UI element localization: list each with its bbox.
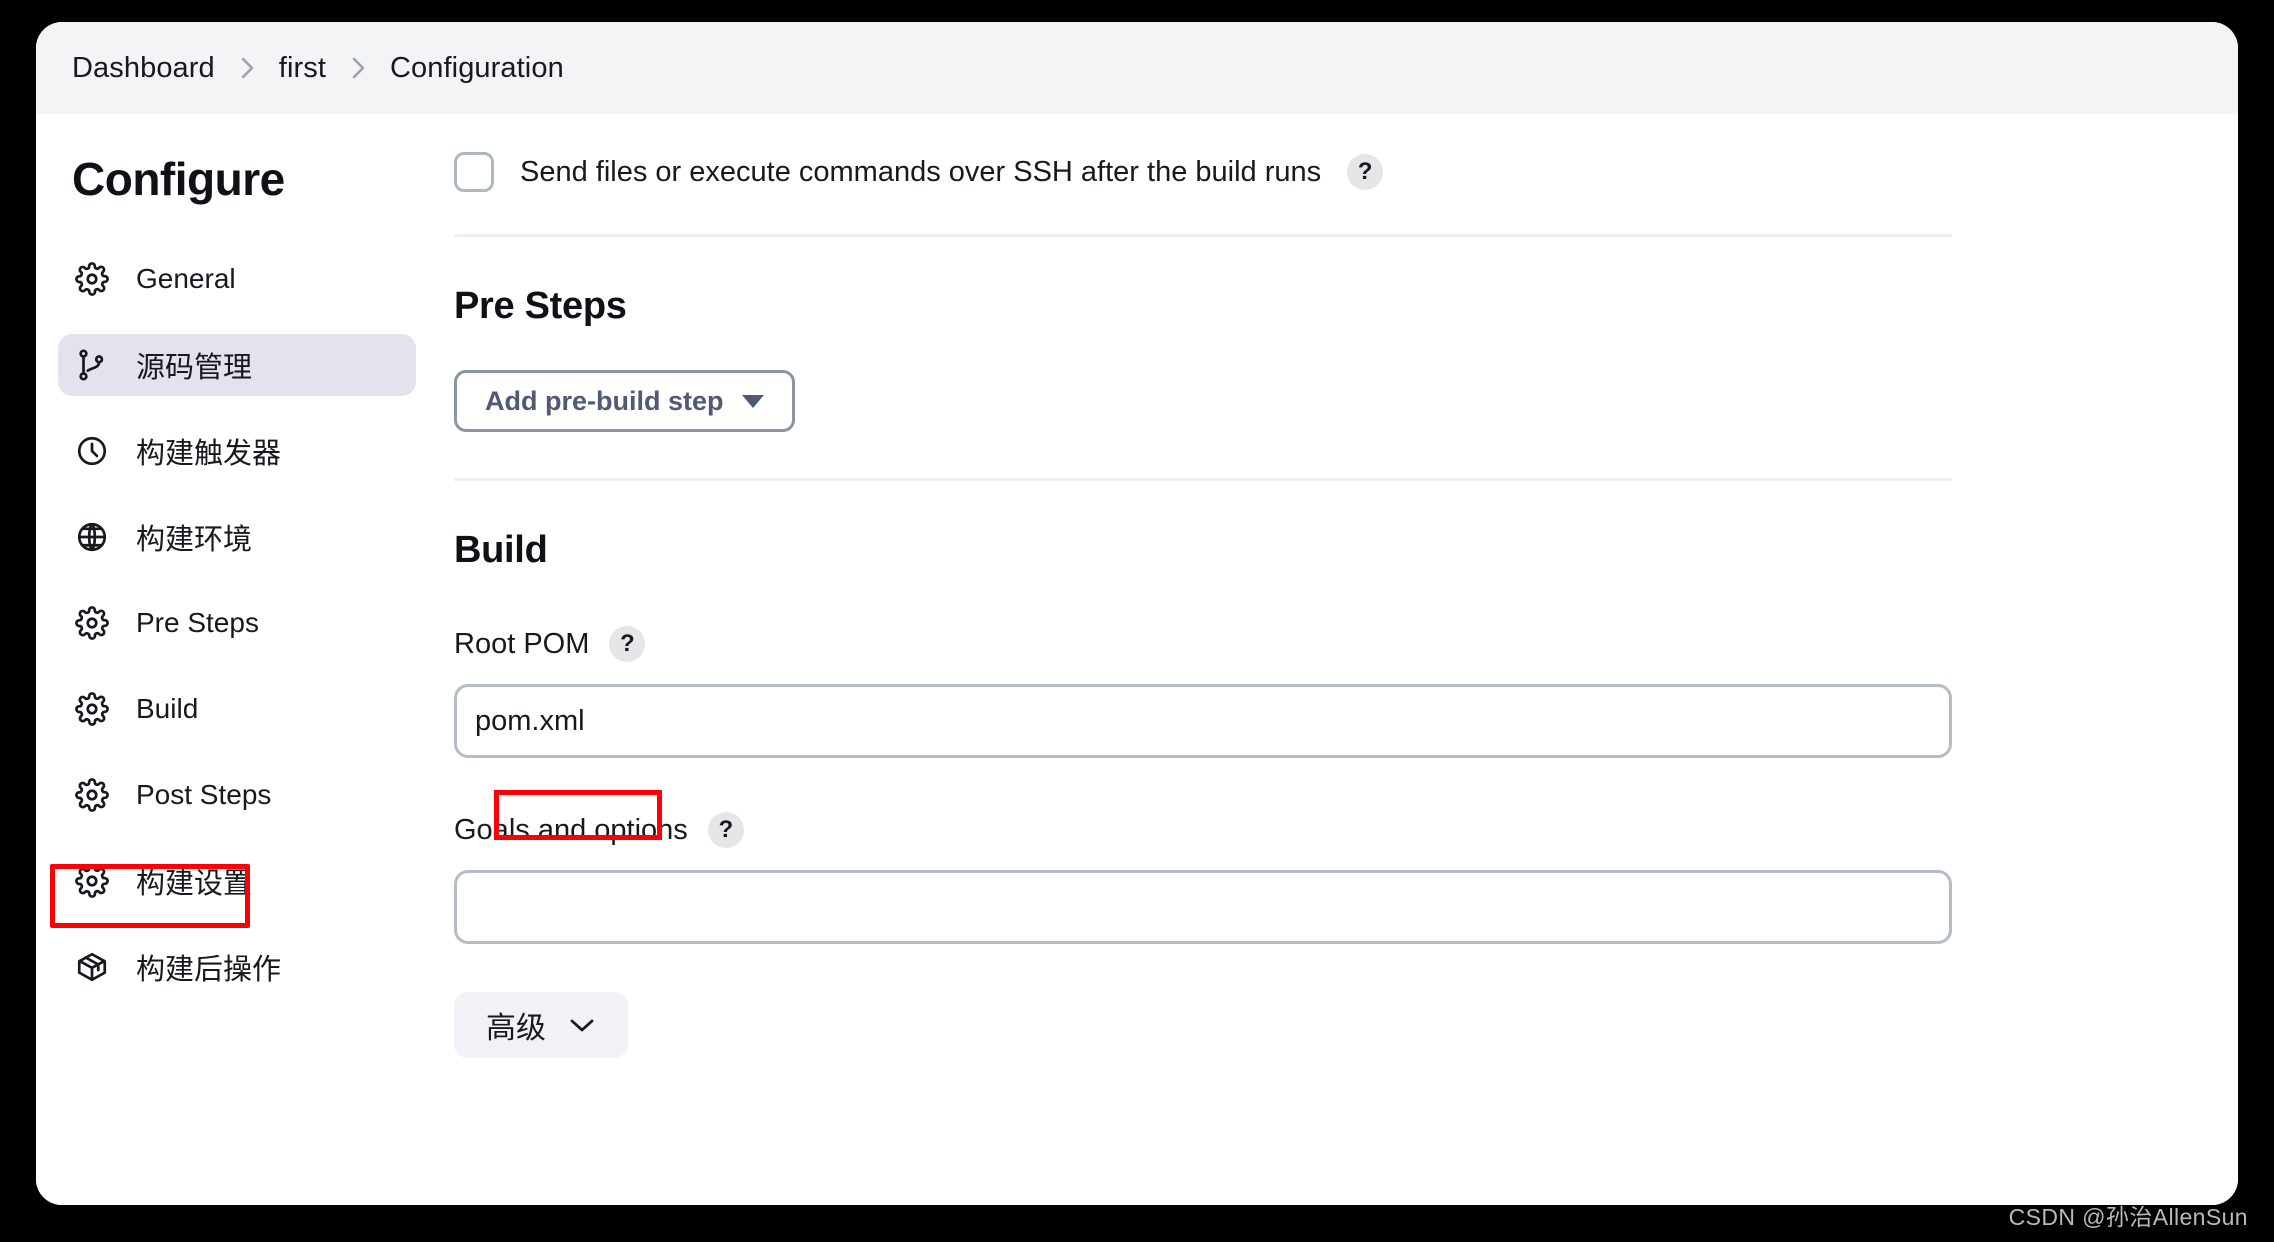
sidebar-item-post-build-actions[interactable]: 构建后操作 — [58, 936, 416, 998]
chevron-right-icon — [237, 54, 257, 82]
add-pre-build-step-button[interactable]: Add pre-build step — [454, 370, 795, 432]
sidebar-item-label: Pre Steps — [136, 607, 259, 638]
sidebar-item-general[interactable]: General — [58, 248, 416, 310]
ssh-checkbox-row: Send files or execute commands over SSH … — [446, 114, 2178, 192]
sidebar-item-build-settings[interactable]: 构建设置 — [58, 850, 416, 912]
sidebar-item-label: 构建触发器 — [136, 438, 282, 470]
section-title-pre-steps: Pre Steps — [454, 285, 627, 327]
root-pom-input[interactable]: pom.xml — [454, 684, 1952, 758]
root-pom-label: Root POM — [454, 627, 590, 660]
goals-label: Goals and options — [454, 813, 688, 846]
sidebar-item-label: Post Steps — [136, 779, 272, 810]
breadcrumb-item-configuration[interactable]: Configuration — [390, 52, 564, 85]
sidebar-item-build-environment[interactable]: 构建环境 — [58, 506, 416, 568]
ssh-checkbox[interactable] — [454, 152, 494, 192]
ssh-checkbox-label: Send files or execute commands over SSH … — [520, 155, 1322, 188]
advanced-button[interactable]: 高级 — [454, 992, 628, 1058]
page-body: Configure General 源码管理 构建触发器 构建环境 Pre St… — [36, 114, 2238, 1205]
clock-icon — [74, 433, 110, 469]
help-icon[interactable]: ? — [707, 812, 744, 848]
add-pre-build-step-label: Add pre-build step — [485, 385, 724, 416]
goals-input[interactable] — [454, 870, 1952, 944]
divider — [454, 478, 1952, 481]
sidebar-item-label: 源码管理 — [136, 352, 253, 384]
sidebar-item-build-triggers[interactable]: 构建触发器 — [58, 420, 416, 482]
sidebar-item-label: Build — [136, 693, 199, 724]
sidebar: Configure General 源码管理 构建触发器 构建环境 Pre St… — [36, 114, 438, 1205]
gear-icon — [74, 605, 110, 641]
advanced-button-label: 高级 — [486, 1012, 546, 1045]
main-content: Send files or execute commands over SSH … — [438, 114, 2238, 1205]
section-title-build: Build — [454, 529, 548, 571]
sidebar-item-pre-steps[interactable]: Pre Steps — [58, 592, 416, 654]
gear-icon — [74, 261, 110, 297]
chevron-down-icon — [568, 1016, 596, 1034]
gear-icon — [74, 691, 110, 727]
git-branch-icon — [74, 347, 110, 383]
sidebar-item-label: General — [136, 263, 236, 294]
package-icon — [74, 949, 110, 985]
sidebar-item-build[interactable]: Build — [58, 678, 416, 740]
sidebar-item-post-steps[interactable]: Post Steps — [58, 764, 416, 826]
sidebar-nav: General 源码管理 构建触发器 构建环境 Pre Steps Build … — [36, 248, 438, 998]
gear-icon — [74, 863, 110, 899]
help-icon[interactable]: ? — [1347, 154, 1384, 190]
sidebar-item-source-control[interactable]: 源码管理 — [58, 334, 416, 396]
breadcrumb-bar: Dashboard first Configuration — [36, 22, 2238, 114]
breadcrumb: Dashboard first Configuration — [72, 52, 564, 85]
breadcrumb-item-first[interactable]: first — [279, 52, 326, 85]
goals-label-row: Goals and options ? — [454, 812, 2178, 848]
chevron-right-icon — [348, 54, 368, 82]
sidebar-item-label: 构建设置 — [136, 868, 253, 900]
globe-icon — [74, 519, 110, 555]
root-pom-value: pom.xml — [475, 704, 585, 737]
caret-down-icon — [741, 394, 764, 408]
watermark: CSDN @孙治AllenSun — [2008, 1204, 2248, 1230]
help-icon[interactable]: ? — [609, 626, 646, 662]
breadcrumb-item-dashboard[interactable]: Dashboard — [72, 52, 215, 85]
sidebar-item-label: 构建环境 — [136, 524, 253, 556]
page-card: Dashboard first Configuration Configure — [36, 22, 2238, 1205]
page-title: Configure — [72, 153, 285, 205]
sidebar-item-label: 构建后操作 — [136, 954, 282, 986]
gear-icon — [74, 777, 110, 813]
divider — [454, 234, 1952, 237]
screen-root: Dashboard first Configuration Configure — [0, 0, 2274, 1242]
root-pom-label-row: Root POM ? — [454, 626, 2178, 662]
